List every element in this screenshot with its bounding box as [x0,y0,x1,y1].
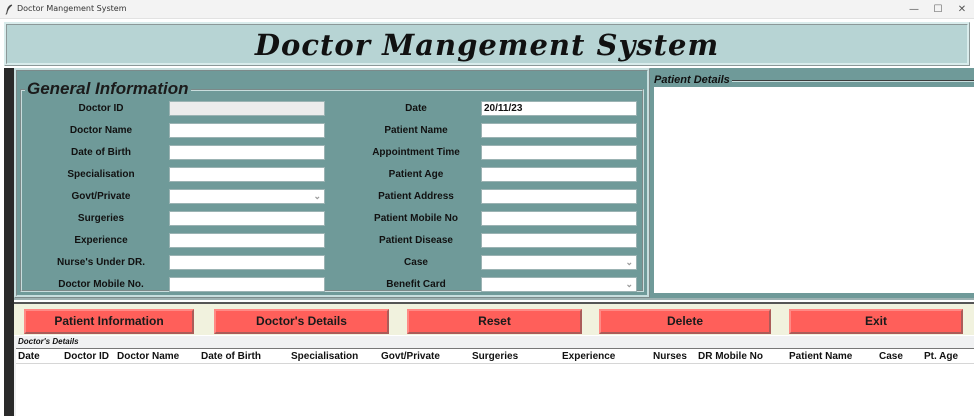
date-of-birth-field[interactable] [169,145,325,160]
date-of-birth-label: Date of Birth [71,147,131,158]
exit-button[interactable]: Exit [789,309,963,334]
maximize-button[interactable]: ☐ [925,1,951,18]
benefit-card-select[interactable]: ⌄ [481,277,637,292]
general-information-title: General Information [25,79,191,99]
column-header-govt-private[interactable]: Govt/Private [381,351,440,362]
experience-label: Experience [74,235,128,246]
patient-information-button[interactable]: Patient Information [24,309,194,334]
case-select[interactable]: ⌄ [481,255,637,270]
doctor-mobile-field[interactable] [169,277,325,292]
doctor-id-label: Doctor ID [78,103,124,114]
patient-details-frame: Patient Details [650,68,974,298]
doctor-name-field[interactable] [169,123,325,138]
button-bar-divider [14,298,974,300]
column-header-date[interactable]: Date [18,351,40,362]
column-header-doctor-name[interactable]: Doctor Name [117,351,179,362]
column-header-specialisation[interactable]: Specialisation [291,351,358,362]
column-header-case[interactable]: Case [879,351,903,362]
case-label: Case [404,257,428,268]
patient-name-field[interactable] [481,123,637,138]
appointment-time-field[interactable] [481,145,637,160]
feather-icon [5,4,13,15]
patient-mobile-label: Patient Mobile No [374,213,458,224]
general-information-frame: General Information Doctor ID Doctor Nam… [14,68,650,298]
app-title: Doctor Mangement System [254,28,720,62]
patient-age-label: Patient Age [388,169,444,180]
app-header: Doctor Mangement System [4,22,970,66]
column-header-pt-age[interactable]: Pt. Age [924,351,958,362]
patient-address-label: Patient Address [378,191,454,202]
reset-button[interactable]: Reset [407,309,582,334]
patient-disease-label: Patient Disease [379,235,453,246]
nurses-under-dr-field[interactable] [169,255,325,270]
specialisation-label: Specialisation [67,169,135,180]
patient-age-field[interactable] [481,167,637,182]
window-title: Doctor Mangement System [17,4,127,13]
patient-mobile-field[interactable] [481,211,637,226]
column-header-surgeries[interactable]: Surgeries [472,351,518,362]
patient-name-label: Patient Name [384,125,448,136]
doctors-details-frame: Doctor's Details Date Doctor ID Doctor N… [14,336,974,416]
date-field[interactable]: 20/11/23 [481,101,637,116]
button-bar: Patient Information Doctor's Details Res… [14,298,974,335]
date-label: Date [405,103,427,114]
benefit-card-label: Benefit Card [386,279,446,290]
doctor-id-field[interactable] [169,101,325,116]
patient-address-field[interactable] [481,189,637,204]
column-header-experience[interactable]: Experience [562,351,615,362]
column-header-patient-name[interactable]: Patient Name [789,351,852,362]
window-titlebar: Doctor Mangement System — ☐ ✕ [0,0,974,19]
specialisation-field[interactable] [169,167,325,182]
minimize-button[interactable]: — [901,1,927,18]
column-header-dr-mobile-no[interactable]: DR Mobile No [698,351,763,362]
govt-private-select[interactable]: ⌄ [169,189,325,204]
left-border [4,68,14,416]
surgeries-field[interactable] [169,211,325,226]
doctors-details-table[interactable]: Date Doctor ID Doctor Name Date of Birth… [16,348,974,416]
patient-details-title: Patient Details [652,74,732,86]
column-header-doctor-id[interactable]: Doctor ID [64,351,109,362]
doctors-details-title: Doctor's Details [18,337,79,346]
patient-disease-field[interactable] [481,233,637,248]
close-button[interactable]: ✕ [949,1,974,18]
appointment-time-label: Appointment Time [372,147,460,158]
chevron-down-icon[interactable]: ⌄ [313,190,321,203]
doctor-name-label: Doctor Name [69,125,133,136]
doctors-details-button[interactable]: Doctor's Details [214,309,389,334]
column-header-date-of-birth[interactable]: Date of Birth [201,351,261,362]
column-header-nurses[interactable]: Nurses [653,351,687,362]
delete-button[interactable]: Delete [599,309,771,334]
doctor-mobile-label: Doctor Mobile No. [58,279,144,290]
table-header: Date Doctor ID Doctor Name Date of Birth… [16,349,974,364]
govt-private-label: Govt/Private [71,191,131,202]
surgeries-label: Surgeries [77,213,125,224]
patient-details-textarea[interactable] [654,87,974,293]
chevron-down-icon[interactable]: ⌄ [625,256,633,269]
nurses-under-dr-label: Nurse's Under DR. [57,257,145,268]
experience-field[interactable] [169,233,325,248]
chevron-down-icon[interactable]: ⌄ [625,278,633,291]
